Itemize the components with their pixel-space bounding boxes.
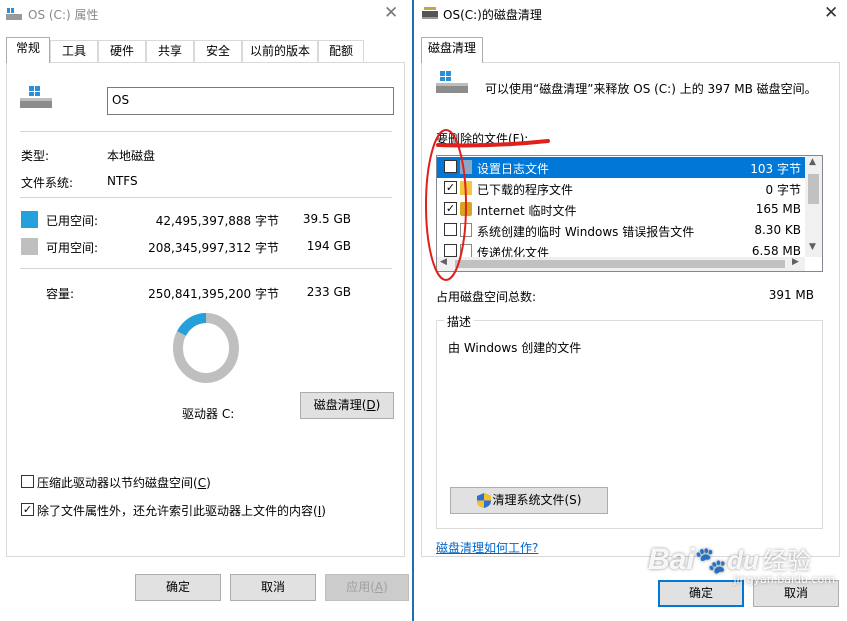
checkmark-icon: ✓ — [22, 503, 33, 516]
file-list-item[interactable]: ✓ 已下载的程序文件 0 字节 — [437, 178, 805, 199]
tab-security[interactable]: 安全 — [194, 40, 242, 62]
drive-icon — [436, 71, 468, 93]
setup-log-icon — [460, 160, 472, 174]
index-checkbox[interactable]: ✓ — [21, 503, 34, 516]
file-checkbox[interactable] — [444, 244, 457, 257]
tab-hardware[interactable]: 硬件 — [98, 40, 146, 62]
horizontal-scrollbar[interactable]: ◀ ▶ — [437, 257, 805, 271]
capacity-bytes: 250,841,395,200 字节 — [148, 287, 279, 301]
index-label: 除了文件属性外，还允许索引此驱动器上文件的内容(I) — [37, 504, 326, 518]
file-list-item[interactable]: 设置日志文件 103 字节 — [437, 157, 805, 178]
ok-button[interactable]: 确定 — [135, 574, 221, 601]
file-item-size: 165 MB — [755, 202, 801, 216]
divider — [20, 268, 392, 269]
paw-icon: 🐾 — [694, 546, 728, 576]
clean-system-files-button[interactable]: 清理系统文件(S) — [450, 487, 608, 514]
cancel-button[interactable]: 取消 — [230, 574, 316, 601]
capacity-size: 233 GB — [306, 285, 351, 299]
files-to-delete-label: 要删除的文件(F): — [436, 132, 529, 146]
tab-previous-versions[interactable]: 以前的版本 — [242, 40, 318, 62]
file-checkbox[interactable]: ✓ — [444, 181, 457, 194]
tab-quota[interactable]: 配额 — [318, 40, 364, 62]
baidu-logo-text: Bai — [648, 543, 695, 576]
apply-button[interactable]: 应用(A) — [325, 574, 409, 601]
window-title: OS(C:)的磁盘清理 — [443, 8, 542, 22]
used-bytes: 42,495,397,888 字节 — [155, 214, 279, 228]
file-list[interactable]: 设置日志文件 103 字节 ✓ 已下载的程序文件 0 字节 ✓ Internet 临时文件 1… — [436, 155, 823, 272]
total-space-value: 391 MB — [768, 288, 814, 302]
file-list-item[interactable]: 系统创建的临时 Windows 错误报告文件 8.30 KB — [437, 220, 805, 241]
description-label: 描述 — [444, 313, 475, 330]
used-size: 39.5 GB — [302, 212, 351, 226]
drive-icon — [6, 8, 22, 20]
disk-cleanup-button[interactable]: 磁盘清理(D) — [300, 392, 394, 419]
file-item-name: Internet 临时文件 — [477, 204, 577, 218]
scroll-thumb[interactable] — [455, 260, 785, 268]
folder-icon — [460, 181, 472, 195]
fs-value: NTFS — [107, 174, 138, 188]
disk-usage-donut — [173, 313, 239, 383]
file-item-name: 系统创建的临时 Windows 错误报告文件 — [477, 225, 695, 239]
file-checkbox[interactable] — [444, 160, 457, 173]
capacity-label: 容量: — [46, 287, 75, 301]
baidu-watermark: Bai🐾du 经验 jingyan.baidu.com — [648, 543, 835, 586]
file-checkbox[interactable] — [444, 223, 457, 236]
fs-label: 文件系统: — [21, 176, 74, 190]
file-checkbox[interactable]: ✓ — [444, 202, 457, 215]
scroll-thumb[interactable] — [808, 174, 819, 204]
tab-general[interactable]: 常规 — [6, 37, 50, 63]
total-space-label: 占用磁盘空间总数: — [436, 290, 537, 304]
drive-label: 驱动器 C: — [182, 407, 235, 421]
drive-name-input[interactable]: OS — [107, 87, 394, 115]
checkmark-icon: ✓ — [445, 181, 456, 194]
close-icon[interactable]: ✕ — [384, 3, 398, 23]
file-item-name: 设置日志文件 — [477, 162, 550, 176]
compress-label: 压缩此驱动器以节约磁盘空间(C) — [37, 476, 211, 490]
lock-icon — [460, 202, 472, 216]
help-link[interactable]: 磁盘清理如何工作? — [436, 539, 538, 556]
checkmark-icon: ✓ — [445, 202, 456, 215]
free-label: 可用空间: — [46, 241, 99, 255]
type-label: 类型: — [21, 149, 50, 163]
description-text: 由 Windows 创建的文件 — [448, 341, 582, 355]
free-bytes: 208,345,997,312 字节 — [148, 241, 279, 255]
tab-tools[interactable]: 工具 — [50, 40, 98, 62]
used-label: 已用空间: — [46, 214, 99, 228]
file-item-size: 0 字节 — [765, 183, 801, 197]
compress-checkbox[interactable] — [21, 475, 34, 488]
properties-window: OS (C:) 属性 ✕ 常规 工具 硬件 共享 安全 以前的版本 配额 OS … — [0, 0, 412, 621]
donut-used-arc — [177, 313, 207, 336]
file-item-size: 8.30 KB — [754, 223, 801, 237]
chevron-right-icon[interactable]: ▶ — [792, 257, 799, 267]
type-value: 本地磁盘 — [107, 149, 156, 163]
tab-disk-cleanup[interactable]: 磁盘清理 — [421, 37, 483, 63]
chevron-left-icon[interactable]: ◀ — [440, 257, 447, 267]
free-color-swatch — [21, 238, 38, 255]
divider — [20, 131, 392, 132]
drive-large-icon — [20, 86, 52, 108]
free-size: 194 GB — [306, 239, 351, 253]
file-item-name: 已下载的程序文件 — [477, 183, 574, 197]
file-rows: 设置日志文件 103 字节 ✓ 已下载的程序文件 0 字节 ✓ Internet 临时文件 1… — [437, 157, 805, 260]
window-title: OS (C:) 属性 — [28, 8, 99, 22]
cleanup-window: OS(C:)的磁盘清理 ✕ 磁盘清理 可以使用“磁盘清理”来释放 OS (C:)… — [414, 0, 847, 621]
intro-text: 可以使用“磁盘清理”来释放 OS (C:) 上的 397 MB 磁盘空间。 — [485, 82, 817, 96]
file-item-size: 103 字节 — [750, 162, 801, 176]
file-item-size: 6.58 MB — [751, 244, 801, 258]
chevron-up-icon[interactable]: ▲ — [809, 157, 816, 167]
divider — [20, 197, 392, 198]
close-icon[interactable]: ✕ — [824, 3, 838, 23]
watermark-cn: 经验 — [762, 547, 811, 575]
cleanup-app-icon — [422, 7, 438, 19]
file-icon — [460, 223, 472, 237]
shield-icon — [476, 493, 491, 508]
file-icon — [460, 244, 472, 258]
used-color-swatch — [21, 211, 38, 228]
file-list-item[interactable]: ✓ Internet 临时文件 165 MB — [437, 199, 805, 220]
tab-sharing[interactable]: 共享 — [146, 40, 194, 62]
chevron-down-icon[interactable]: ▼ — [809, 242, 816, 252]
vertical-scrollbar[interactable]: ▲ ▼ — [805, 156, 822, 257]
